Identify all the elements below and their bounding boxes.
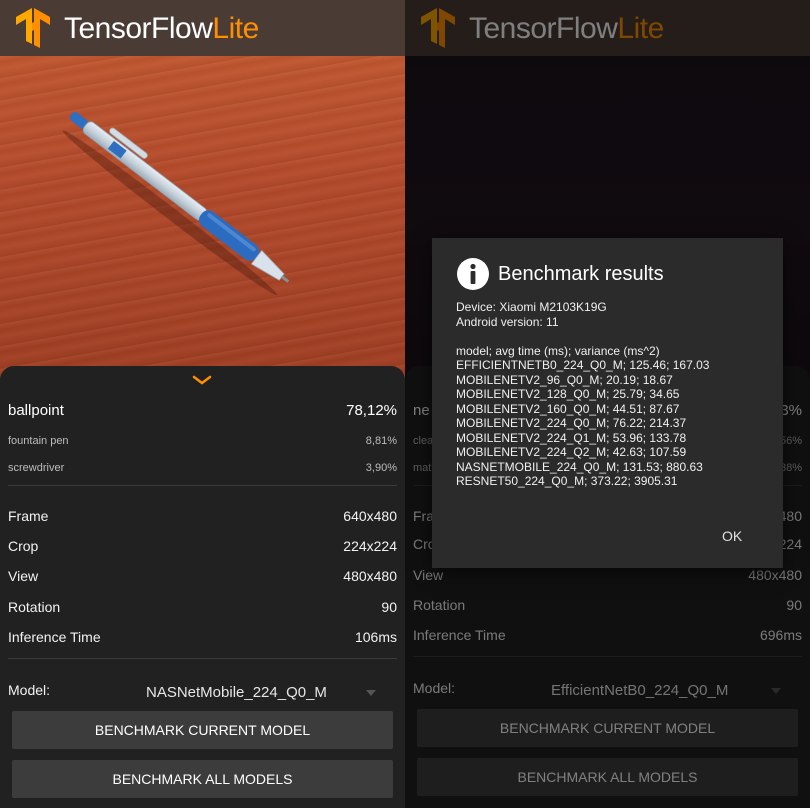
left-screen: TensorFlowLite ballpoint 78,12% fountain… — [0, 0, 405, 808]
model-select[interactable]: NASNetMobile_224_Q0_M — [146, 684, 327, 701]
info-label: Frame — [8, 508, 49, 524]
info-label: Inference Time — [8, 629, 101, 645]
info-icon — [457, 258, 489, 290]
info-row-rotation: Rotation 90 — [8, 599, 397, 615]
result-line: MOBILENETV2_224_Q0_M; 76.22; 214.37 — [456, 416, 687, 430]
result-score: 3,90% — [365, 462, 397, 474]
dialog-message: Device: Xiaomi M2103K19G Android version… — [456, 300, 771, 489]
info-label: Crop — [8, 538, 39, 554]
info-row-crop: Crop 224x224 — [8, 538, 397, 554]
chevron-down-icon[interactable] — [192, 374, 212, 388]
result-line: EFFICIENTNETB0_224_Q0_M; 125.46; 167.03 — [456, 358, 710, 372]
info-value: 106ms — [354, 629, 397, 645]
info-row-frame: Frame 640x480 — [8, 508, 397, 524]
app-header: TensorFlowLite — [0, 0, 405, 56]
results-header: model; avg time (ms); variance (ms^2) — [456, 343, 660, 358]
info-row-view: View 480x480 — [8, 568, 397, 584]
info-value: 224x224 — [343, 538, 397, 554]
result-line: MOBILENETV2_224_Q2_M; 42.63; 107.59 — [456, 445, 687, 459]
brand-title: TensorFlowLite — [64, 12, 259, 45]
info-value: 640x480 — [343, 508, 397, 524]
info-value: 480x480 — [343, 568, 397, 584]
result-line: MOBILENETV2_96_Q0_M; 20.19; 18.67 — [456, 372, 673, 387]
result-label: screwdriver — [8, 462, 65, 474]
benchmark-current-model-button[interactable]: BENCHMARK CURRENT MODEL — [12, 711, 393, 749]
result-line: MOBILENETV2_128_Q0_M; 25.79; 34.65 — [456, 387, 680, 401]
result-row-3: screwdriver 3,90% — [8, 462, 397, 474]
info-row-inference-time: Inference Time 106ms — [8, 629, 397, 645]
bottom-sheet: ballpoint 78,12% fountain pen 8,81% scre… — [0, 366, 405, 808]
dropdown-arrow-icon[interactable] — [366, 690, 376, 696]
divider — [8, 658, 397, 659]
result-label: fountain pen — [8, 435, 69, 447]
result-row-2: fountain pen 8,81% — [8, 435, 397, 447]
result-line: MOBILENETV2_160_Q0_M; 44.51; 87.67 — [456, 401, 680, 416]
result-line: MOBILENETV2_224_Q1_M; 53.96; 133.78 — [456, 430, 687, 445]
result-score: 8,81% — [365, 435, 397, 447]
info-label: Rotation — [8, 599, 61, 615]
result-line: NASNETMOBILE_224_Q0_M; 131.53; 880.63 — [456, 459, 703, 474]
camera-preview — [0, 56, 405, 386]
result-row-1: ballpoint 78,12% — [8, 402, 397, 419]
info-label: View — [8, 568, 39, 584]
result-score: 78,12% — [346, 402, 397, 419]
info-value: 90 — [381, 599, 397, 615]
divider — [8, 485, 397, 486]
device-line: Device: Xiaomi M2103K19G — [456, 300, 607, 314]
android-version-line: Android version: 11 — [456, 314, 559, 329]
model-label: Model: — [8, 682, 51, 698]
dialog-title: Benchmark results — [498, 263, 664, 285]
tensorflow-logo-icon — [16, 8, 50, 48]
benchmark-results-dialog: Benchmark results Device: Xiaomi M2103K1… — [432, 238, 783, 568]
result-line: RESNET50_224_Q0_M; 373.22; 3905.31 — [456, 474, 678, 488]
pen-image — [62, 112, 290, 295]
result-label: ballpoint — [8, 402, 64, 419]
ok-button[interactable]: OK — [722, 528, 742, 544]
benchmark-all-models-button[interactable]: BENCHMARK ALL MODELS — [12, 760, 393, 798]
